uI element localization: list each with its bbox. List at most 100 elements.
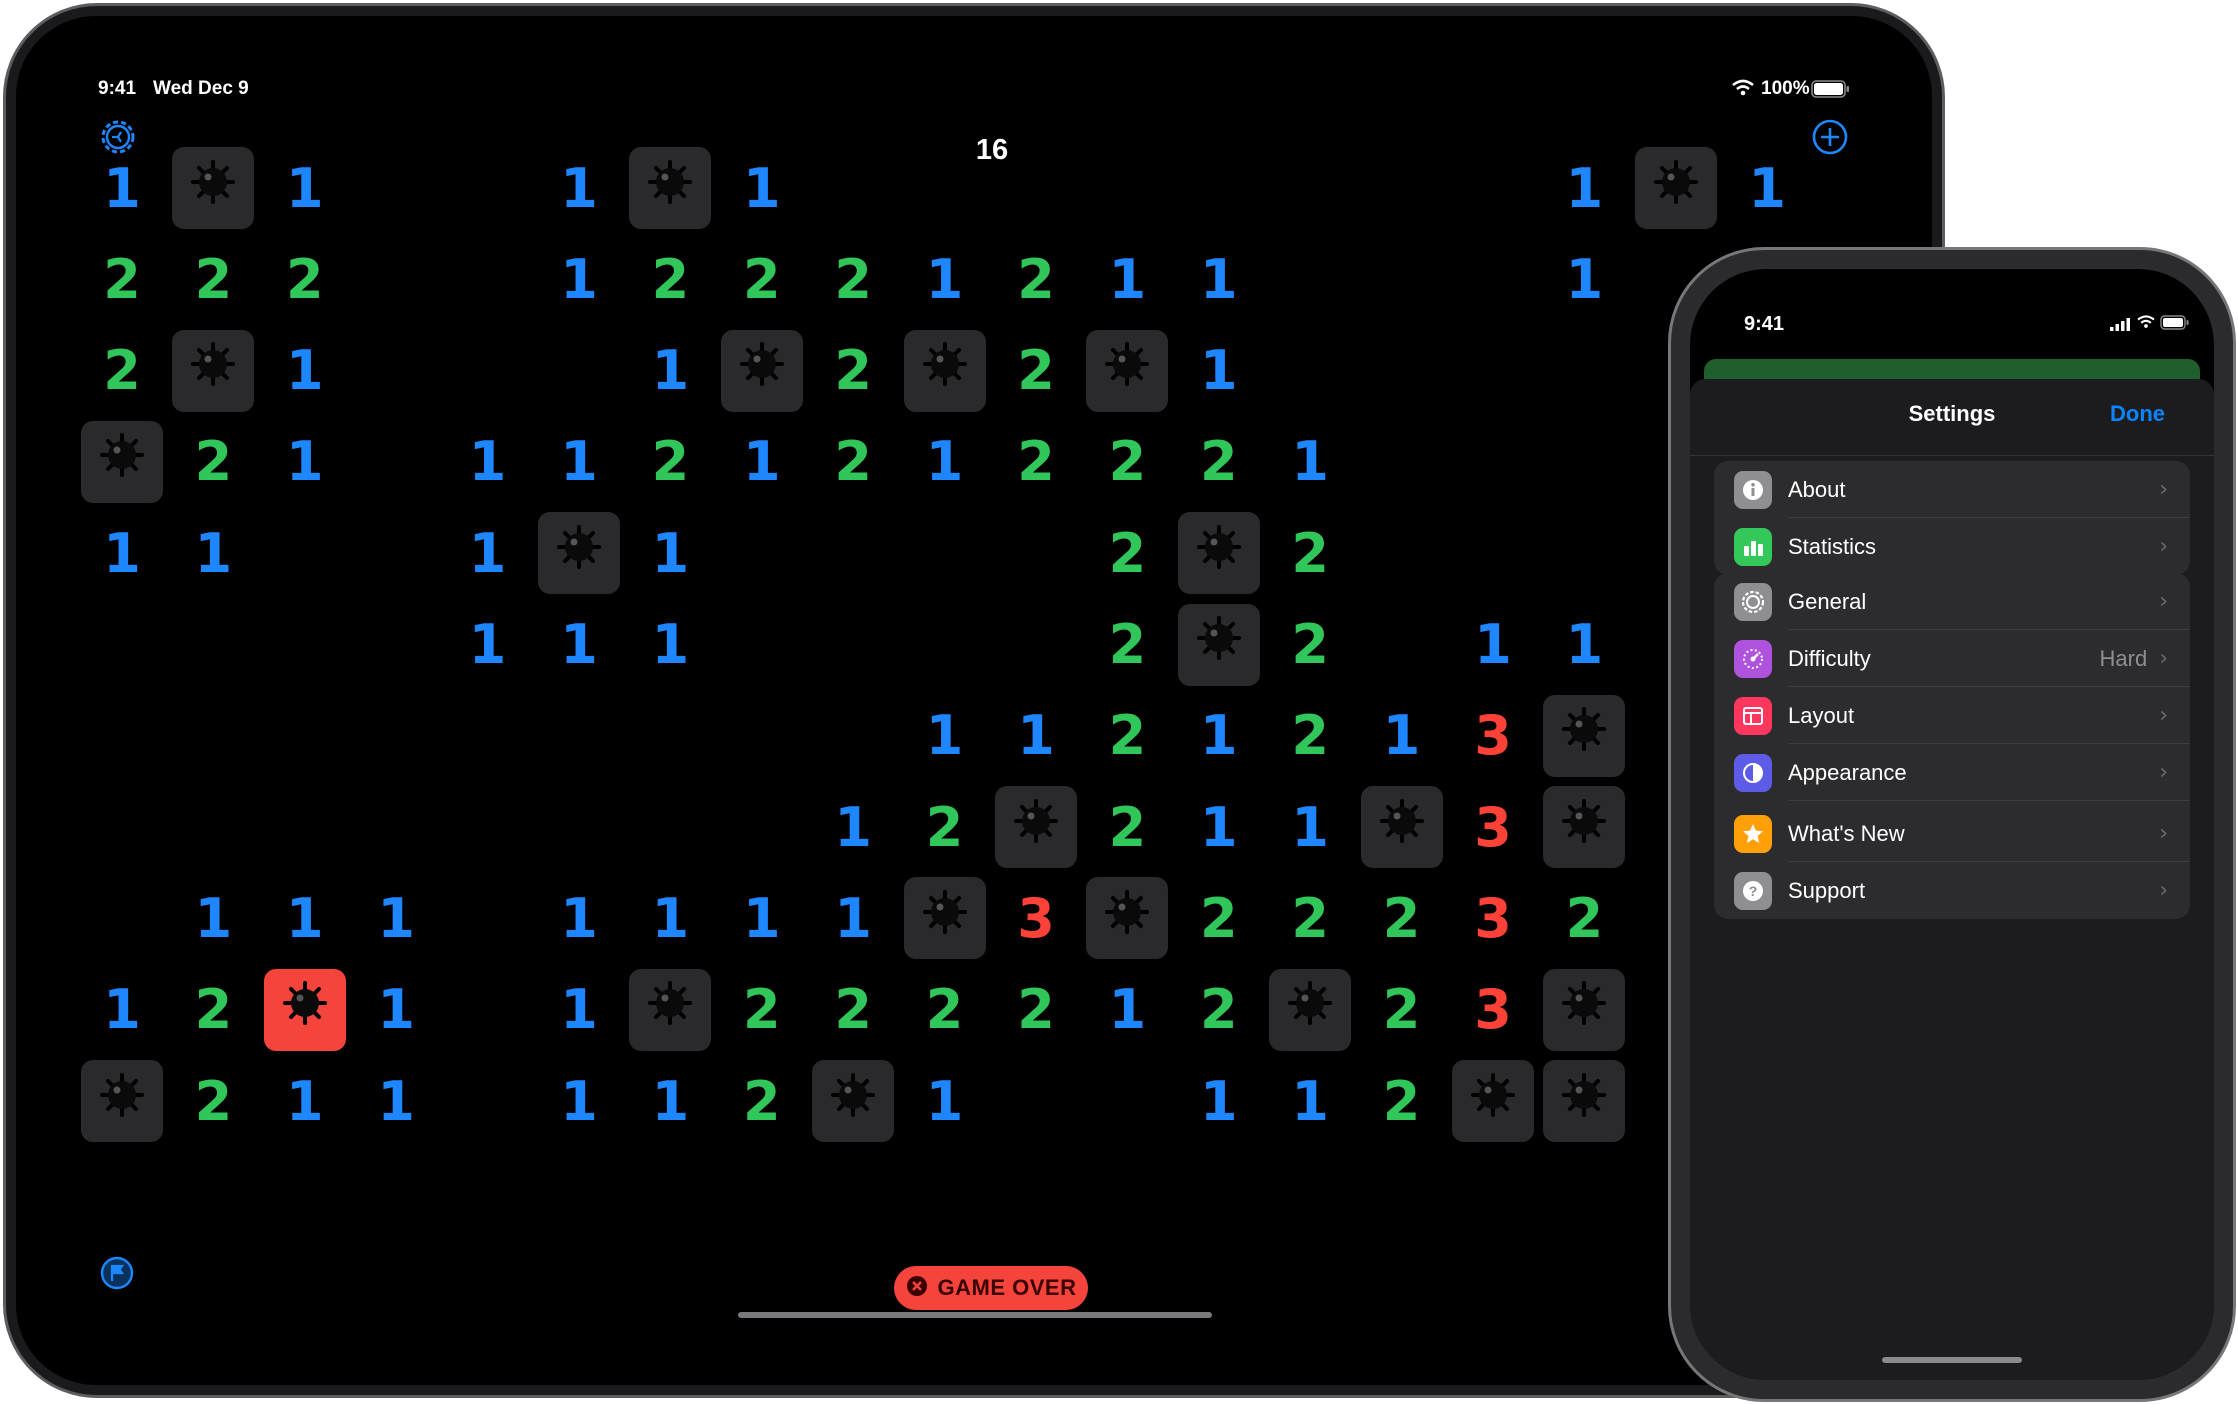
mine-cell[interactable] (172, 147, 255, 229)
settings-row-appearance[interactable]: Appearance › (1714, 744, 2190, 801)
mine-cell[interactable] (1360, 786, 1443, 869)
number-cell[interactable]: 1 (81, 969, 163, 1051)
number-cell[interactable]: 2 (1086, 786, 1168, 868)
number-cell[interactable]: 2 (995, 238, 1077, 320)
mine-cell[interactable] (1269, 968, 1352, 1051)
number-cell[interactable]: 2 (1269, 877, 1351, 959)
number-cell[interactable]: 1 (629, 604, 711, 686)
number-cell[interactable]: 1 (264, 330, 346, 412)
number-cell[interactable]: 2 (1361, 969, 1443, 1051)
number-cell[interactable]: 1 (355, 1060, 437, 1142)
mine-cell[interactable] (1543, 786, 1626, 869)
settings-row-layout[interactable]: Layout › (1714, 687, 2190, 744)
number-cell[interactable]: 2 (172, 1060, 254, 1142)
number-cell[interactable]: 2 (1178, 421, 1260, 503)
exploded-mine-cell[interactable] (263, 968, 346, 1051)
number-cell[interactable]: 1 (538, 604, 620, 686)
number-cell[interactable]: 1 (172, 512, 254, 594)
number-cell[interactable]: 2 (995, 421, 1077, 503)
settings-row-statistics[interactable]: Statistics › (1714, 518, 2190, 575)
number-cell[interactable]: 2 (904, 786, 986, 868)
number-cell[interactable]: 2 (995, 969, 1077, 1051)
number-cell[interactable]: 1 (447, 604, 529, 686)
settings-row-what-s-new[interactable]: What's New › (1714, 805, 2190, 862)
number-cell[interactable]: 1 (1543, 604, 1625, 686)
number-cell[interactable]: 1 (447, 512, 529, 594)
number-cell[interactable]: 2 (721, 1060, 803, 1142)
number-cell[interactable]: 1 (355, 969, 437, 1051)
number-cell[interactable]: 2 (629, 238, 711, 320)
number-cell[interactable]: 1 (172, 877, 254, 959)
number-cell[interactable]: 2 (1086, 512, 1168, 594)
number-cell[interactable]: 1 (538, 969, 620, 1051)
settings-row-about[interactable]: About › (1714, 461, 2190, 518)
number-cell[interactable]: 1 (1269, 421, 1351, 503)
number-cell[interactable]: 2 (172, 238, 254, 320)
number-cell[interactable]: 1 (721, 147, 803, 229)
number-cell[interactable]: 2 (721, 238, 803, 320)
mine-cell[interactable] (81, 420, 163, 503)
number-cell[interactable]: 1 (1178, 695, 1260, 777)
number-cell[interactable]: 2 (172, 421, 254, 503)
number-cell[interactable]: 1 (538, 147, 620, 229)
number-cell[interactable]: 2 (995, 330, 1077, 412)
flag-mode-icon[interactable] (100, 1256, 134, 1295)
number-cell[interactable]: 2 (172, 969, 254, 1051)
number-cell[interactable]: 1 (629, 330, 711, 412)
number-cell[interactable]: 1 (812, 877, 894, 959)
number-cell[interactable]: 2 (629, 421, 711, 503)
number-cell[interactable]: 2 (812, 238, 894, 320)
number-cell[interactable]: 1 (538, 238, 620, 320)
mine-cell[interactable] (903, 877, 986, 960)
settings-row-general[interactable]: General › (1714, 573, 2190, 630)
mine-cell[interactable] (1543, 968, 1626, 1051)
number-cell[interactable]: 1 (629, 877, 711, 959)
number-cell[interactable]: 1 (1726, 147, 1808, 229)
number-cell[interactable]: 1 (81, 147, 163, 229)
number-cell[interactable]: 1 (904, 238, 986, 320)
number-cell[interactable]: 1 (1543, 147, 1625, 229)
number-cell[interactable]: 2 (1269, 604, 1351, 686)
number-cell[interactable]: 1 (721, 421, 803, 503)
number-cell[interactable]: 1 (81, 512, 163, 594)
number-cell[interactable]: 2 (812, 330, 894, 412)
number-cell[interactable]: 2 (1086, 695, 1168, 777)
number-cell[interactable]: 2 (1269, 512, 1351, 594)
mine-cell[interactable] (81, 1060, 163, 1142)
number-cell[interactable]: 3 (995, 877, 1077, 959)
number-cell[interactable]: 2 (81, 330, 163, 412)
number-cell[interactable]: 1 (629, 512, 711, 594)
number-cell[interactable]: 2 (1086, 421, 1168, 503)
number-cell[interactable]: 1 (1178, 786, 1260, 868)
number-cell[interactable]: 1 (264, 877, 346, 959)
mine-cell[interactable] (1452, 1060, 1534, 1142)
mine-cell[interactable] (1086, 329, 1169, 412)
number-cell[interactable]: 3 (1452, 877, 1534, 959)
number-cell[interactable]: 1 (904, 1060, 986, 1142)
mine-cell[interactable] (538, 512, 620, 595)
number-cell[interactable]: 1 (1543, 238, 1625, 320)
mine-cell[interactable] (1086, 877, 1169, 960)
number-cell[interactable]: 1 (1269, 786, 1351, 868)
number-cell[interactable]: 1 (447, 421, 529, 503)
mine-cell[interactable] (1543, 1060, 1626, 1142)
mine-cell[interactable] (1543, 694, 1626, 777)
mine-cell[interactable] (720, 329, 803, 412)
number-cell[interactable]: 1 (1086, 238, 1168, 320)
number-cell[interactable]: 1 (355, 877, 437, 959)
number-cell[interactable]: 1 (264, 1060, 346, 1142)
settings-row-support[interactable]: ? Support › (1714, 862, 2190, 919)
number-cell[interactable]: 3 (1452, 786, 1534, 868)
number-cell[interactable]: 3 (1452, 969, 1534, 1051)
number-cell[interactable]: 1 (995, 695, 1077, 777)
number-cell[interactable]: 2 (1361, 1060, 1443, 1142)
number-cell[interactable]: 1 (904, 421, 986, 503)
mine-cell[interactable] (629, 147, 712, 229)
number-cell[interactable]: 2 (904, 969, 986, 1051)
number-cell[interactable]: 1 (538, 1060, 620, 1142)
mine-cell[interactable] (1177, 512, 1260, 595)
number-cell[interactable]: 2 (721, 969, 803, 1051)
mine-cell[interactable] (172, 329, 255, 412)
settings-row-difficulty[interactable]: Difficulty Hard › (1714, 630, 2190, 687)
number-cell[interactable]: 1 (1178, 238, 1260, 320)
